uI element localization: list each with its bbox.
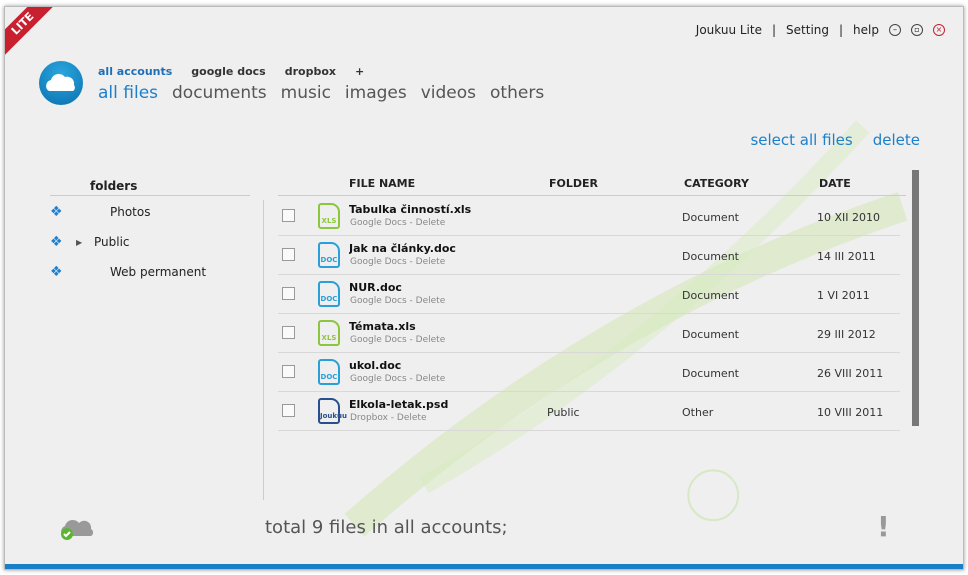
- source-label: Google Docs -: [350, 257, 413, 267]
- source-label: Google Docs -: [350, 374, 413, 384]
- file-name[interactable]: Reklama-na-mapu-pneu-elkola.psd: [349, 437, 534, 450]
- file-category: Other: [682, 445, 714, 458]
- delete-file-link[interactable]: Delete: [416, 218, 446, 228]
- delete-file-link[interactable]: Delete: [416, 374, 446, 384]
- delete-file-link[interactable]: Delete: [397, 413, 427, 423]
- file-name[interactable]: Elkola-letak.psd: [349, 398, 534, 411]
- source-label: Dropbox -: [350, 491, 395, 501]
- file-type-icon: XLS: [318, 203, 340, 229]
- file-date: 26 VIII 2011: [817, 367, 884, 380]
- file-category: Document: [682, 250, 739, 263]
- row-checkbox[interactable]: [282, 443, 295, 456]
- source-label: Google Docs -: [350, 296, 413, 306]
- file-list: XLS Tabulka činností.xls Google Docs - D…: [5, 7, 963, 507]
- file-source: Google Docs - Delete: [350, 335, 445, 345]
- row-checkbox[interactable]: [282, 287, 295, 300]
- delete-file-link[interactable]: Delete: [416, 335, 446, 345]
- file-category: Document: [682, 328, 739, 341]
- file-type-icon: Joukuu: [318, 437, 340, 463]
- row-checkbox[interactable]: [282, 326, 295, 339]
- file-type-icon: XLS: [318, 320, 340, 346]
- file-date: 14 III 2011: [817, 250, 876, 263]
- delete-file-link[interactable]: Delete: [416, 296, 446, 306]
- file-category: Other: [682, 406, 714, 419]
- row-checkbox[interactable]: [282, 482, 295, 495]
- file-date: 2 II 2012: [817, 445, 866, 458]
- row-checkbox[interactable]: [282, 365, 295, 378]
- file-date: 29 III 2012: [817, 328, 876, 341]
- file-category: Document: [682, 289, 739, 302]
- file-date: 10 XII 2010: [817, 211, 881, 224]
- file-type-icon: Joukuu: [318, 398, 347, 424]
- file-folder: Web permanent: [547, 484, 636, 497]
- file-name[interactable]: ukol.doc: [349, 359, 534, 372]
- file-name[interactable]: NUR.doc: [349, 281, 534, 294]
- source-label: Google Docs -: [350, 218, 413, 228]
- table-row[interactable]: DOC ukol.doc Google Docs - Delete Docume…: [278, 353, 900, 392]
- table-row[interactable]: XLS Témata.xls Google Docs - Delete Docu…: [278, 314, 900, 353]
- table-row[interactable]: DOC NUR.doc Google Docs - Delete Documen…: [278, 275, 900, 314]
- file-date: 10 VIII 2011: [817, 406, 884, 419]
- total-files-status: total 9 files in all accounts;: [265, 517, 508, 538]
- file-source: Dropbox - Delete: [350, 452, 426, 462]
- app-window: LITE Joukuu Lite | Setting | help – ▫ × …: [4, 6, 964, 570]
- delete-file-link[interactable]: Delete: [397, 452, 427, 462]
- scrollbar[interactable]: [912, 170, 919, 426]
- file-name[interactable]: Témata.xls: [349, 320, 534, 333]
- table-row[interactable]: DOC Jak na články.doc Google Docs - Dele…: [278, 236, 900, 275]
- source-label: Dropbox -: [350, 413, 395, 423]
- file-source: Google Docs - Delete: [350, 374, 445, 384]
- delete-file-link[interactable]: Delete: [397, 491, 427, 501]
- file-category: Document: [682, 367, 739, 380]
- table-row[interactable]: Joukuu Elkola-letak.psd Dropbox - Delete…: [278, 392, 900, 431]
- delete-file-link[interactable]: Delete: [416, 257, 446, 267]
- source-label: Dropbox -: [350, 452, 395, 462]
- table-row[interactable]: Joukuu Reklama-na-mapu-pneu-elkola.psd D…: [278, 431, 900, 463]
- file-category: Other: [682, 484, 714, 497]
- source-label: Google Docs -: [350, 335, 413, 345]
- alert-icon[interactable]: !: [877, 510, 890, 543]
- row-checkbox[interactable]: [282, 404, 295, 417]
- file-source: Dropbox - Delete: [350, 491, 426, 501]
- file-folder: Public: [547, 406, 580, 419]
- table-row[interactable]: XLS Tabulka činností.xls Google Docs - D…: [278, 197, 900, 236]
- sync-ok-icon: [57, 514, 97, 540]
- file-source: Dropbox - Delete: [350, 413, 426, 423]
- file-type-icon: DOC: [318, 359, 340, 385]
- file-folder: Public: [547, 445, 580, 458]
- file-date: 11 V 2011: [817, 484, 874, 497]
- row-checkbox[interactable]: [282, 209, 295, 222]
- bottom-bar: [5, 564, 963, 569]
- file-name[interactable]: Projekt backup 2011-05-11 final 2.rar: [349, 476, 534, 489]
- file-name[interactable]: Tabulka činností.xls: [349, 203, 534, 216]
- file-date: 1 VI 2011: [817, 289, 870, 302]
- row-checkbox[interactable]: [282, 248, 295, 261]
- file-type-icon: DOC: [318, 242, 340, 268]
- file-source: Google Docs - Delete: [350, 218, 445, 228]
- table-row[interactable]: ZIP Projekt backup 2011-05-11 final 2.ra…: [278, 470, 900, 507]
- file-category: Document: [682, 211, 739, 224]
- file-type-icon: ZIP: [318, 476, 340, 502]
- file-name[interactable]: Jak na články.doc: [349, 242, 534, 255]
- file-source: Google Docs - Delete: [350, 257, 445, 267]
- file-source: Google Docs - Delete: [350, 296, 445, 306]
- file-type-icon: DOC: [318, 281, 340, 307]
